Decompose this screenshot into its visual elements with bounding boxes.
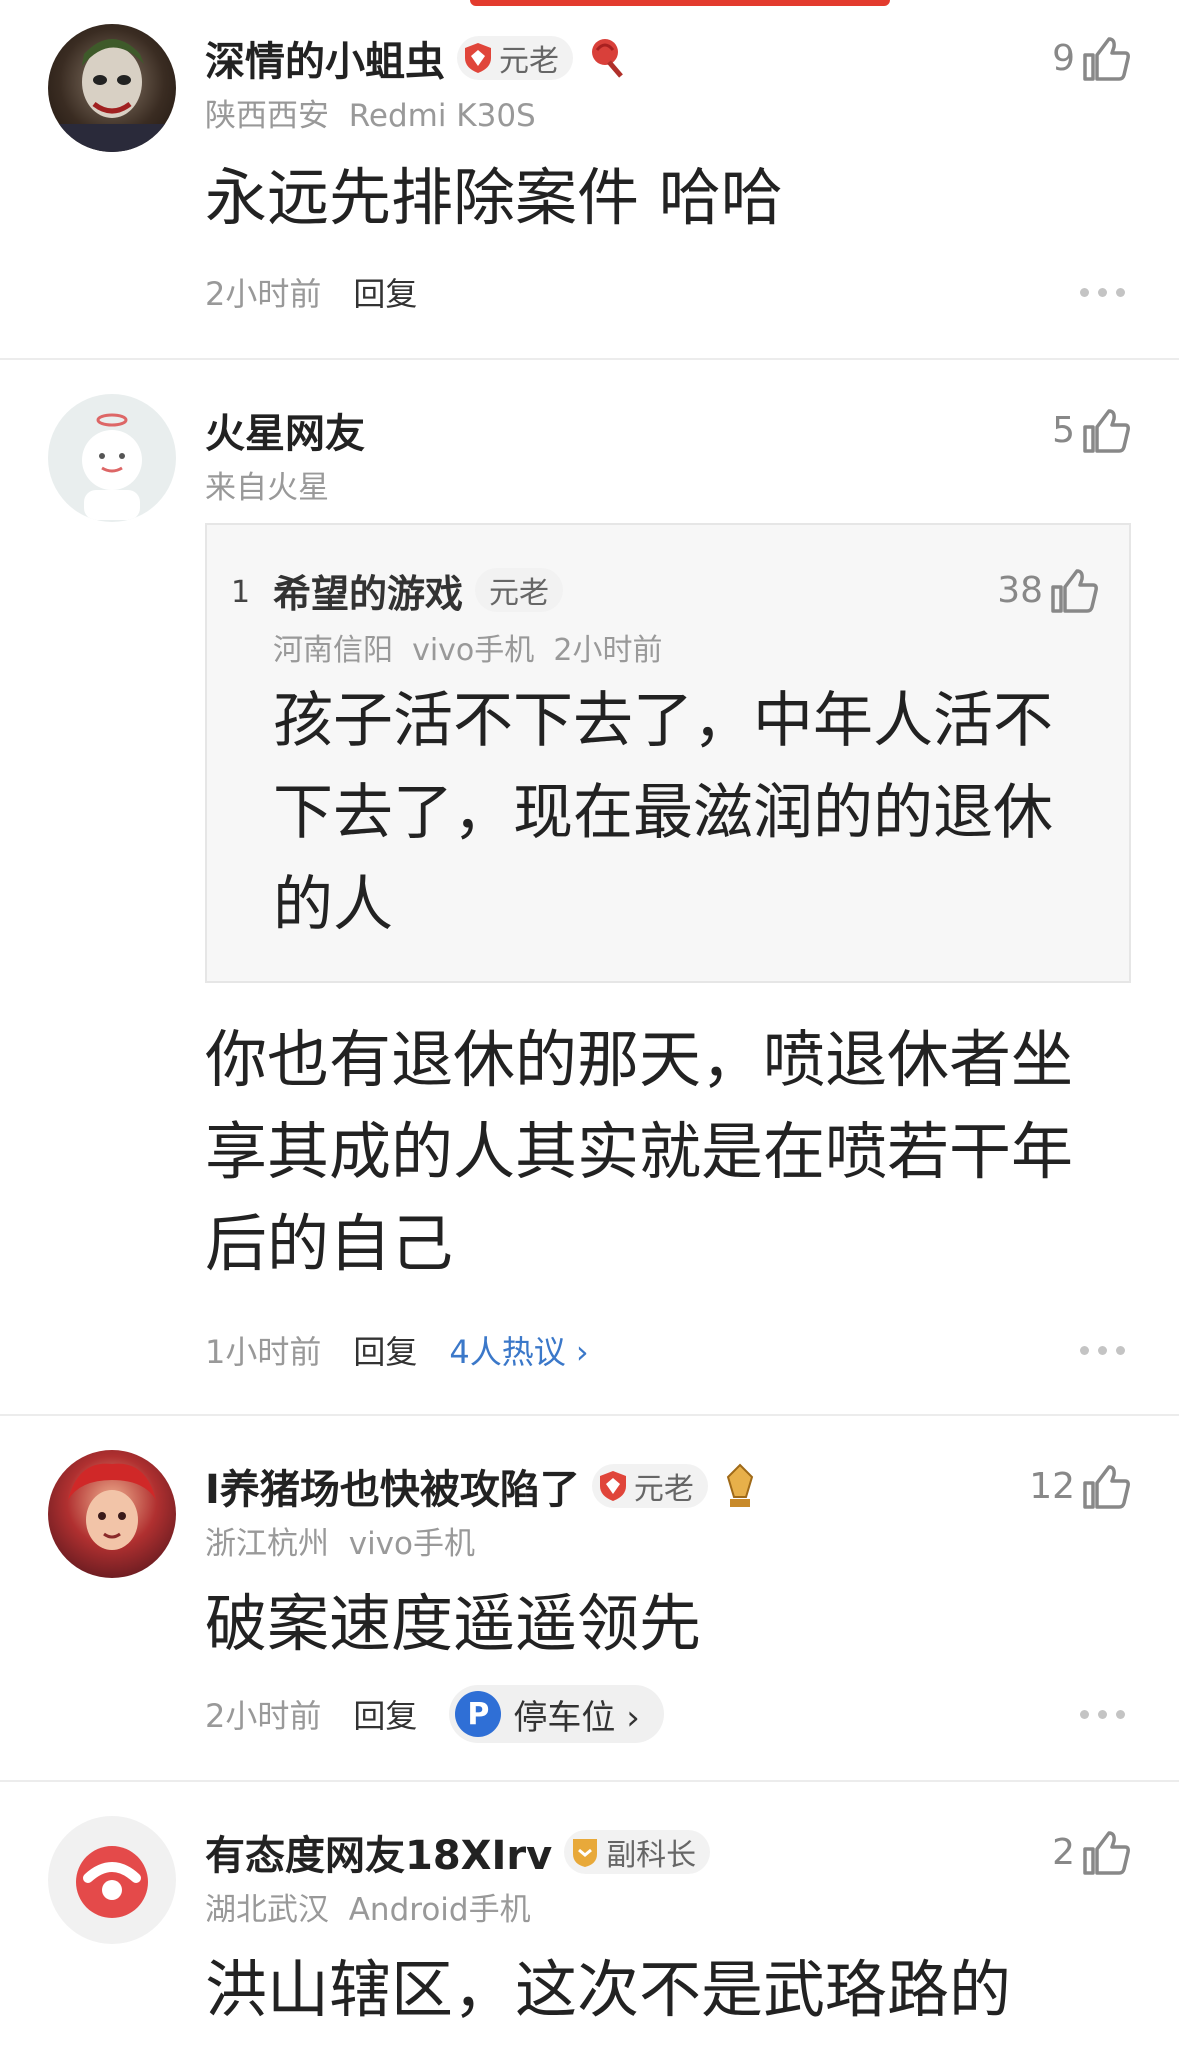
comment-footer: 2小时前 回复 P 停车位 › (205, 1684, 664, 1744)
more-options-icon[interactable] (1080, 1346, 1125, 1355)
reply-button[interactable]: 回复 (353, 1691, 417, 1737)
rose-icon (592, 39, 623, 78)
quoted-comment[interactable]: 1 希望的游戏 元老 河南信阳 vivo手机 2小时前 38 孩子活不下去了，中… (205, 523, 1131, 983)
thumbs-up-icon (1083, 1831, 1130, 1875)
comment-text: 洪山辖区，这次不是武珞路的 (205, 1953, 1012, 2026)
location: 来自火星 (205, 470, 329, 506)
divider (0, 1780, 1179, 1782)
location-device: 陕西西安 Redmi K30S (205, 98, 536, 134)
quote-text: 孩子活不下去了，中年人活不下去了，现在最滋润的的退休的人 (273, 686, 1053, 940)
topic-tag-button[interactable]: P 停车位 › (449, 1685, 664, 1743)
username[interactable]: 有态度网友18XIrv 副科长 (205, 1824, 711, 1880)
avatar[interactable] (48, 394, 176, 522)
comment-time: 2小时前 (205, 1697, 322, 1735)
rank-badge: 元老 (591, 1464, 708, 1508)
medal-icon (726, 1463, 754, 1507)
shield-icon (599, 1471, 626, 1501)
quote-index: 1 (231, 575, 251, 610)
avatar[interactable] (48, 1816, 176, 1944)
quote-like-button[interactable]: 38 (997, 565, 1099, 615)
reply-button[interactable]: 回复 (353, 1327, 417, 1373)
location-device: 浙江杭州 vivo手机 (205, 1526, 475, 1562)
quote-username[interactable]: 希望的游戏 元老 (273, 565, 564, 616)
divider (0, 1414, 1179, 1416)
thumbs-up-icon (1051, 569, 1098, 613)
more-options-icon[interactable] (1080, 1710, 1125, 1719)
quote-meta: 河南信阳 vivo手机 2小时前 (273, 633, 663, 668)
game-character-avatar-image (68, 1463, 156, 1550)
joker-avatar-image (48, 39, 176, 152)
shield-icon (465, 43, 491, 73)
comment-footer: 1小时前 回复 4人热议 › (205, 1320, 589, 1380)
rank-badge: 元老 (475, 568, 564, 612)
rank-badge: 副科长 (564, 1830, 711, 1874)
username[interactable]: 深情的小蛆虫 元老 (205, 30, 627, 86)
avatar[interactable] (48, 24, 176, 152)
username[interactable]: I养猪场也快被攻陷了 元老 (205, 1458, 758, 1514)
thumbs-up-icon (1083, 37, 1130, 81)
comment-text: 你也有退休的那天，喷退休者坐享其成的人其实就是在喷若干年后的自己 (205, 1023, 1074, 1280)
parking-icon: P (455, 1691, 502, 1737)
reply-button[interactable]: 回复 (353, 269, 417, 315)
like-button[interactable]: 5 (1052, 402, 1131, 458)
comment-time: 2小时前 (205, 275, 322, 313)
like-button[interactable]: 12 (1029, 1458, 1131, 1514)
comment-time: 1小时前 (205, 1333, 322, 1371)
more-options-icon[interactable] (1080, 288, 1125, 297)
avatar[interactable] (48, 1450, 176, 1578)
top-accent-bar (470, 0, 890, 6)
default-user-avatar-image (76, 1846, 148, 1918)
like-button[interactable]: 2 (1052, 1824, 1131, 1880)
comment-text: 永远先排除案件 哈哈 (205, 161, 783, 234)
thumbs-up-icon (1083, 1465, 1130, 1509)
username[interactable]: 火星网友 (205, 402, 365, 458)
mars-user-avatar-image (82, 413, 142, 520)
comment-text: 破案速度遥遥领先 (205, 1587, 702, 1660)
location-device: 湖北武汉 Android手机 (205, 1892, 531, 1928)
gold-shield-icon (573, 1839, 598, 1867)
thumbs-up-icon (1083, 409, 1130, 453)
like-button[interactable]: 9 (1052, 30, 1131, 86)
rank-badge: 元老 (457, 36, 573, 80)
discussion-link[interactable]: 4人热议 › (449, 1327, 588, 1373)
comment-footer: 2小时前 回复 (205, 262, 417, 322)
divider (0, 358, 1179, 360)
